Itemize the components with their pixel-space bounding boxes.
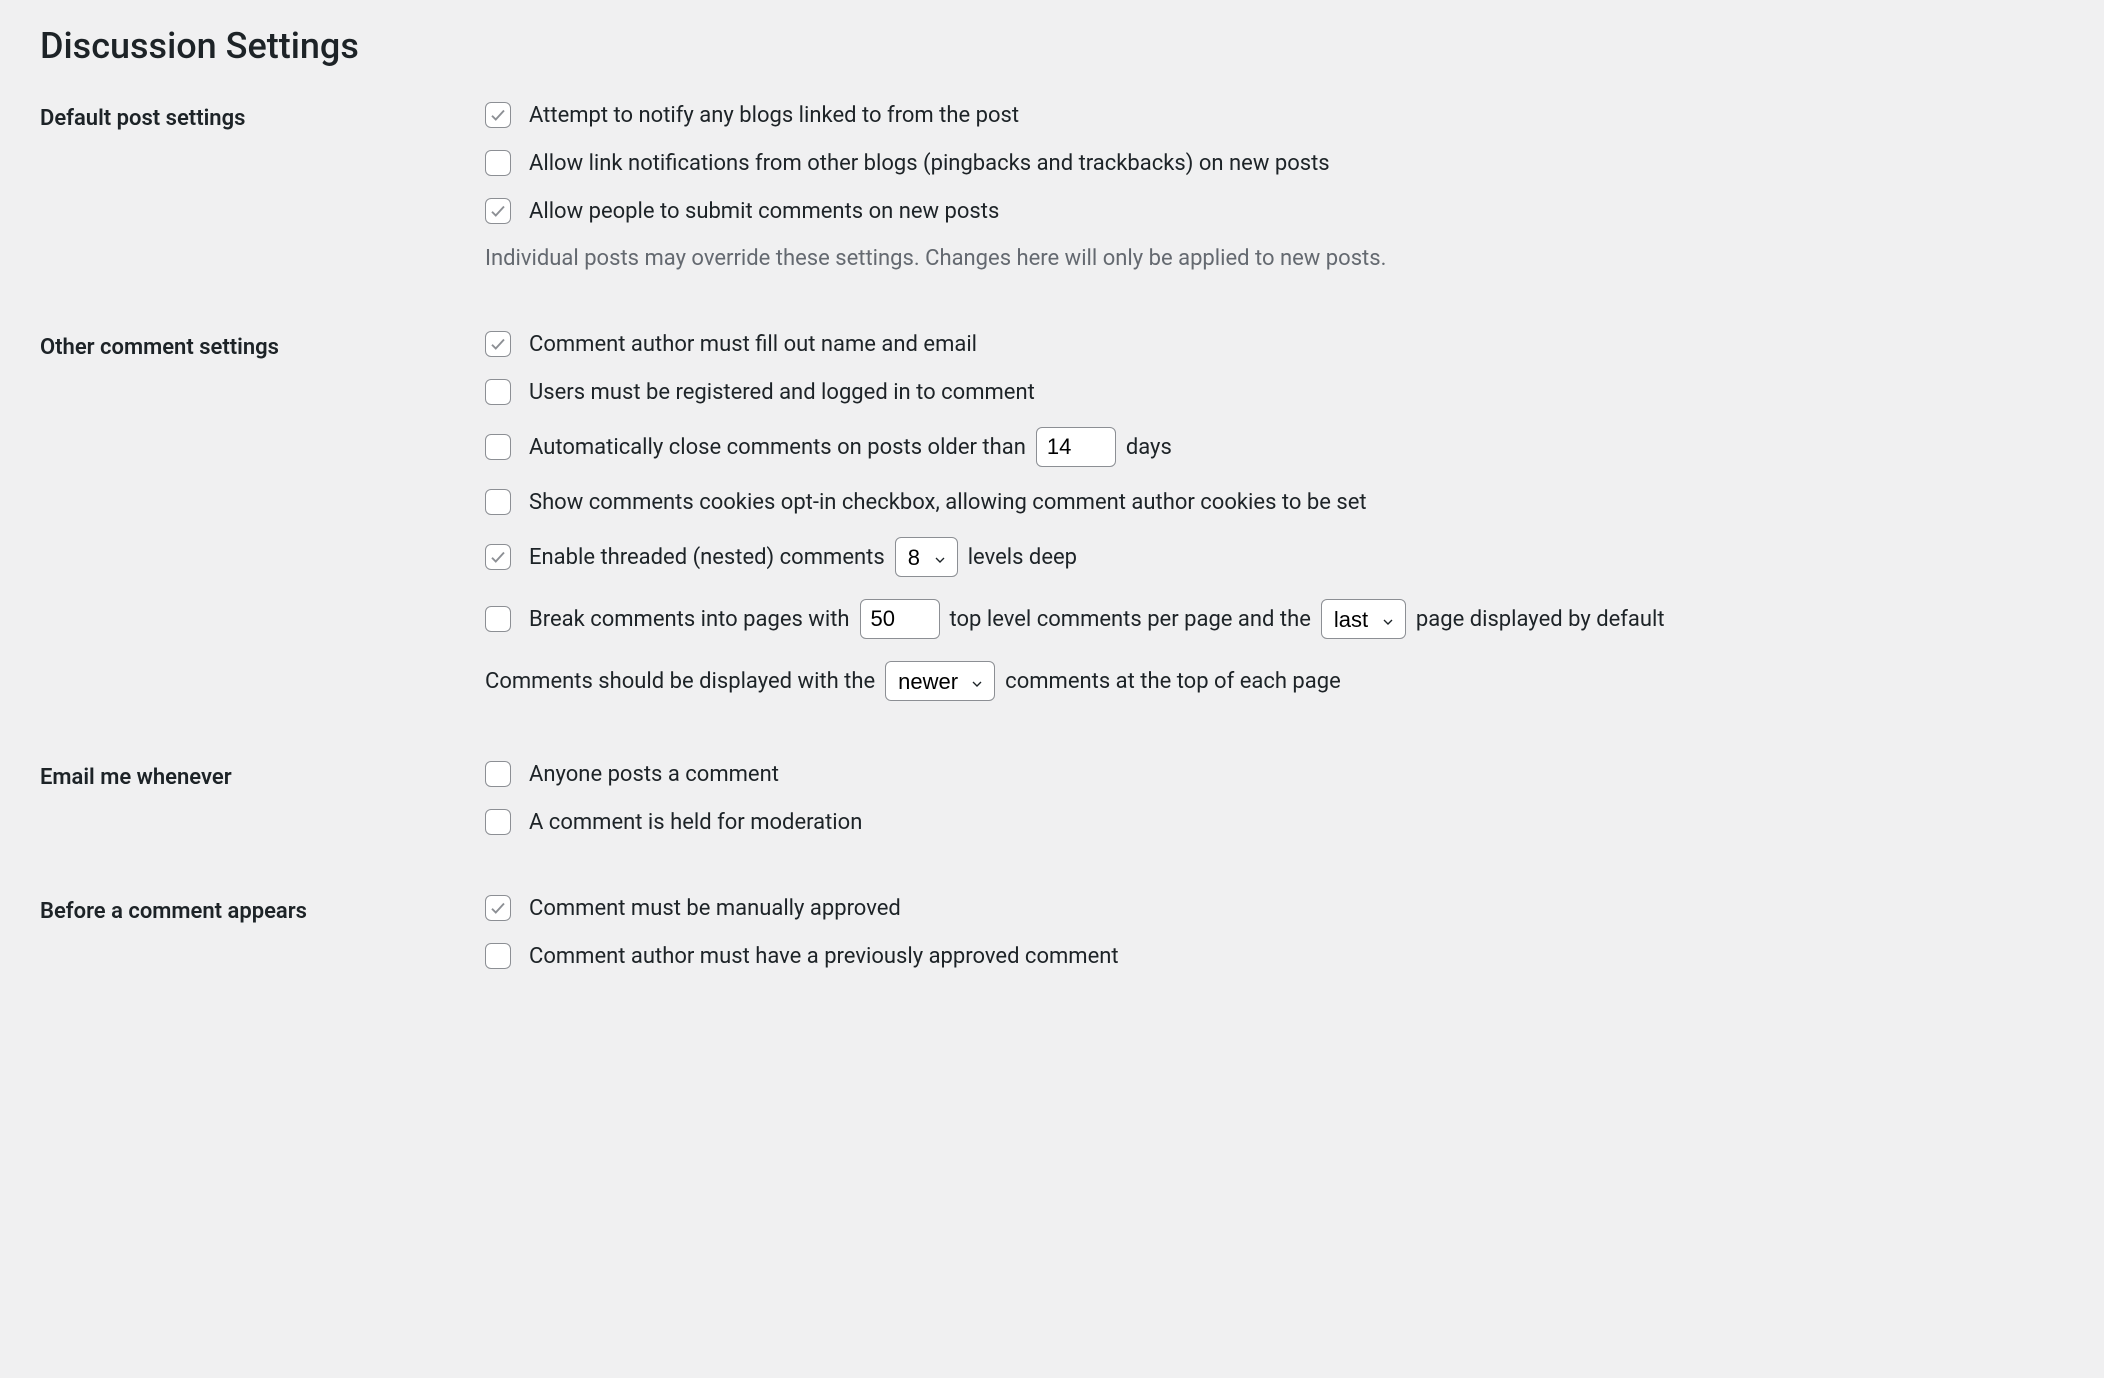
input-comments-per-page[interactable] (860, 599, 940, 639)
checkbox-name-email[interactable] (485, 331, 511, 357)
label-auto-close-after: days (1126, 435, 1172, 460)
check-icon (489, 106, 507, 124)
option-pagination: Break comments into pages with top level… (485, 599, 2064, 639)
label-threaded-after: levels deep (968, 545, 1077, 570)
checkbox-threaded[interactable] (485, 544, 511, 570)
label-manual-approve: Comment must be manually approved (529, 896, 901, 921)
section-before-appears: Before a comment appears Comment must be… (40, 895, 2064, 969)
section-email-me: Email me whenever Anyone posts a comment… (40, 761, 2064, 835)
check-icon (489, 548, 507, 566)
option-threaded: Enable threaded (nested) comments 8 leve… (485, 537, 2064, 577)
label-threaded-before: Enable threaded (nested) comments (529, 545, 885, 570)
select-page-order[interactable]: last (1321, 599, 1406, 639)
label-pagination-before: Break comments into pages with (529, 607, 850, 632)
option-anyone-posts: Anyone posts a comment (485, 761, 2064, 787)
section-other-comment: Other comment settings Comment author mu… (40, 331, 2064, 701)
option-prev-approved: Comment author must have a previously ap… (485, 943, 2064, 969)
label-comment-order-before: Comments should be displayed with the (485, 669, 875, 694)
label-pagination-mid: top level comments per page and the (950, 607, 1311, 632)
checkbox-notify-blogs[interactable] (485, 102, 511, 128)
label-notify-blogs: Attempt to notify any blogs linked to fr… (529, 103, 1019, 128)
label-name-email: Comment author must fill out name and em… (529, 332, 977, 357)
select-threaded-levels[interactable]: 8 (895, 537, 958, 577)
option-manual-approve: Comment must be manually approved (485, 895, 2064, 921)
option-allow-pingbacks: Allow link notifications from other blog… (485, 150, 2064, 176)
checkbox-manual-approve[interactable] (485, 895, 511, 921)
check-icon (489, 335, 507, 353)
option-name-email: Comment author must fill out name and em… (485, 331, 2064, 357)
label-cookies-opt-in: Show comments cookies opt-in checkbox, a… (529, 490, 1367, 515)
checkbox-registered[interactable] (485, 379, 511, 405)
checkbox-cookies-opt-in[interactable] (485, 489, 511, 515)
checkbox-anyone-posts[interactable] (485, 761, 511, 787)
checkbox-pagination[interactable] (485, 606, 511, 632)
check-icon (489, 202, 507, 220)
checkbox-auto-close[interactable] (485, 434, 511, 460)
checkbox-held-moderation[interactable] (485, 809, 511, 835)
section-label-other-comment: Other comment settings (40, 331, 485, 360)
section-label-before-appears: Before a comment appears (40, 895, 485, 924)
label-comment-order-after: comments at the top of each page (1005, 669, 1341, 694)
option-comment-order: Comments should be displayed with the ne… (485, 661, 2064, 701)
label-auto-close-before: Automatically close comments on posts ol… (529, 435, 1026, 460)
option-notify-blogs: Attempt to notify any blogs linked to fr… (485, 102, 2064, 128)
section-label-email-me: Email me whenever (40, 761, 485, 790)
section-label-default-post: Default post settings (40, 102, 485, 131)
checkbox-allow-pingbacks[interactable] (485, 150, 511, 176)
section-default-post: Default post settings Attempt to notify … (40, 102, 2064, 271)
select-comment-order[interactable]: newer (885, 661, 995, 701)
option-held-moderation: A comment is held for moderation (485, 809, 2064, 835)
label-allow-pingbacks: Allow link notifications from other blog… (529, 151, 1330, 176)
option-registered: Users must be registered and logged in t… (485, 379, 2064, 405)
label-allow-comments: Allow people to submit comments on new p… (529, 199, 999, 224)
label-prev-approved: Comment author must have a previously ap… (529, 944, 1119, 969)
label-registered: Users must be registered and logged in t… (529, 380, 1035, 405)
label-pagination-after: page displayed by default (1416, 607, 1665, 632)
input-auto-close-days[interactable] (1036, 427, 1116, 467)
settings-form: Default post settings Attempt to notify … (40, 102, 2064, 969)
option-cookies-opt-in: Show comments cookies opt-in checkbox, a… (485, 489, 2064, 515)
check-icon (489, 899, 507, 917)
description-default-post: Individual posts may override these sett… (485, 246, 2064, 271)
page-title: Discussion Settings (40, 25, 2064, 67)
option-allow-comments: Allow people to submit comments on new p… (485, 198, 2064, 224)
label-held-moderation: A comment is held for moderation (529, 810, 862, 835)
option-auto-close: Automatically close comments on posts ol… (485, 427, 2064, 467)
label-anyone-posts: Anyone posts a comment (529, 762, 779, 787)
checkbox-allow-comments[interactable] (485, 198, 511, 224)
checkbox-prev-approved[interactable] (485, 943, 511, 969)
